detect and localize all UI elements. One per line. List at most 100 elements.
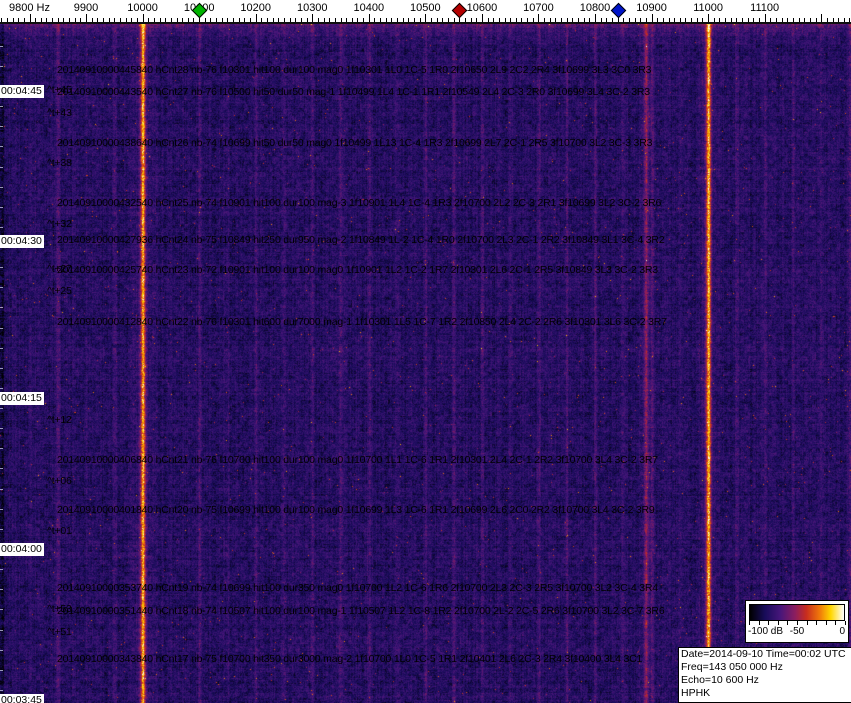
freq-minor-tick	[363, 18, 365, 22]
time-axis-tick	[0, 307, 3, 309]
event-time-marker: ^t+32	[47, 218, 72, 230]
freq-minor-tick	[674, 18, 676, 22]
freq-major-tick	[255, 14, 257, 22]
event-time-marker: ^t+27	[47, 263, 72, 275]
time-label: 00:04:00	[0, 543, 44, 556]
freq-minor-tick	[402, 18, 404, 22]
color-scale-ticks	[749, 621, 846, 625]
freq-minor-tick	[233, 18, 235, 22]
freq-major-tick	[425, 14, 427, 22]
freq-axis-label: 9900	[73, 2, 99, 14]
freq-minor-tick	[668, 18, 670, 22]
freq-axis-label: 10600	[466, 2, 498, 14]
freq-minor-tick	[6, 18, 8, 22]
waterfall-annotations: 20140910000445840 hCnt28 nb-76 f10301 hi…	[0, 0, 851, 703]
red-diamond-marker-icon[interactable]	[451, 2, 468, 19]
detection-log-line: 20140910000412840 hCnt22 nb-76 f10301 hi…	[57, 316, 667, 328]
time-axis-tick	[0, 287, 3, 289]
freq-minor-tick	[63, 18, 65, 22]
freq-minor-tick	[702, 18, 704, 22]
freq-minor-tick	[91, 18, 93, 22]
freq-minor-tick	[351, 18, 353, 22]
freq-minor-tick	[69, 18, 71, 22]
time-label: 00:03:45	[0, 694, 44, 703]
freq-minor-tick	[578, 18, 580, 22]
freq-major-tick	[538, 14, 540, 22]
time-axis-tick	[0, 589, 3, 591]
freq-minor-tick	[645, 18, 647, 22]
freq-minor-tick	[487, 18, 489, 22]
freq-minor-tick	[340, 18, 342, 22]
freq-minor-tick	[442, 18, 444, 22]
freq-minor-tick	[374, 18, 376, 22]
freq-minor-tick	[272, 18, 274, 22]
info-echo-frequency: Echo=10 600 Hz	[681, 674, 759, 686]
freq-minor-tick	[97, 18, 99, 22]
event-time-marker: ^t+25	[47, 285, 72, 297]
freq-minor-tick	[74, 18, 76, 22]
freq-minor-tick	[696, 18, 698, 22]
freq-major-tick	[312, 14, 314, 22]
time-axis-tick	[0, 609, 3, 611]
time-label: 00:04:30	[0, 235, 44, 248]
time-axis-tick	[0, 347, 3, 349]
freq-minor-tick	[555, 18, 557, 22]
freq-minor-tick	[323, 18, 325, 22]
time-axis-tick	[0, 528, 3, 530]
freq-minor-tick	[306, 18, 308, 22]
freq-minor-tick	[464, 18, 466, 22]
detection-log-line: 20140910000425740 hCnt23 nb-72 f10901 hi…	[57, 264, 658, 276]
freq-minor-tick	[504, 18, 506, 22]
blue-diamond-marker-icon[interactable]	[610, 2, 626, 19]
freq-minor-tick	[566, 18, 568, 22]
time-axis-tick	[0, 226, 3, 228]
freq-minor-tick	[221, 18, 223, 22]
scale-mid-label: -50	[789, 626, 805, 637]
detection-log-line: 20140910000432540 hCnt25 nb-74 f10901 hi…	[57, 197, 662, 209]
time-axis-tick	[0, 629, 3, 631]
freq-minor-tick	[792, 18, 794, 22]
freq-minor-tick	[357, 18, 359, 22]
freq-minor-tick	[775, 18, 777, 22]
freq-minor-tick	[804, 18, 806, 22]
freq-major-tick	[142, 14, 144, 22]
time-axis-tick	[0, 367, 3, 369]
color-scale-gradient	[749, 604, 845, 621]
freq-minor-tick	[498, 18, 500, 22]
freq-minor-tick	[476, 18, 478, 22]
freq-minor-tick	[679, 18, 681, 22]
freq-axis-label: 11000	[693, 2, 723, 14]
freq-minor-tick	[346, 18, 348, 22]
scale-tick	[777, 621, 779, 625]
freq-axis-label: 11100	[750, 2, 780, 14]
freq-minor-tick	[46, 18, 48, 22]
freq-minor-tick	[204, 18, 206, 22]
freq-minor-tick	[414, 18, 416, 22]
info-frequency: Freq=143 050 000 Hz	[681, 661, 783, 673]
freq-minor-tick	[510, 18, 512, 22]
scale-tick	[787, 621, 789, 625]
event-time-marker: ^t+12	[47, 414, 72, 426]
freq-minor-tick	[572, 18, 574, 22]
freq-minor-tick	[747, 18, 749, 22]
time-axis-tick	[0, 267, 3, 269]
freq-major-tick	[821, 14, 823, 22]
freq-minor-tick	[278, 18, 280, 22]
scale-max-label: 0	[839, 626, 845, 637]
db-color-scale: -100 dB -50 0	[745, 600, 849, 643]
event-time-marker: ^t+06	[47, 475, 72, 487]
time-axis-tick	[0, 488, 3, 490]
freq-minor-tick	[798, 18, 800, 22]
time-axis-tick	[0, 45, 3, 47]
freq-minor-tick	[397, 18, 399, 22]
event-time-marker: ^t+01	[47, 525, 72, 537]
freq-minor-tick	[849, 18, 851, 22]
freq-minor-tick	[170, 18, 172, 22]
freq-minor-tick	[250, 18, 252, 22]
freq-minor-tick	[470, 18, 472, 22]
freq-minor-tick	[40, 18, 42, 22]
freq-minor-tick	[583, 18, 585, 22]
freq-minor-tick	[35, 18, 37, 22]
freq-minor-tick	[125, 18, 127, 22]
freq-minor-tick	[634, 18, 636, 22]
